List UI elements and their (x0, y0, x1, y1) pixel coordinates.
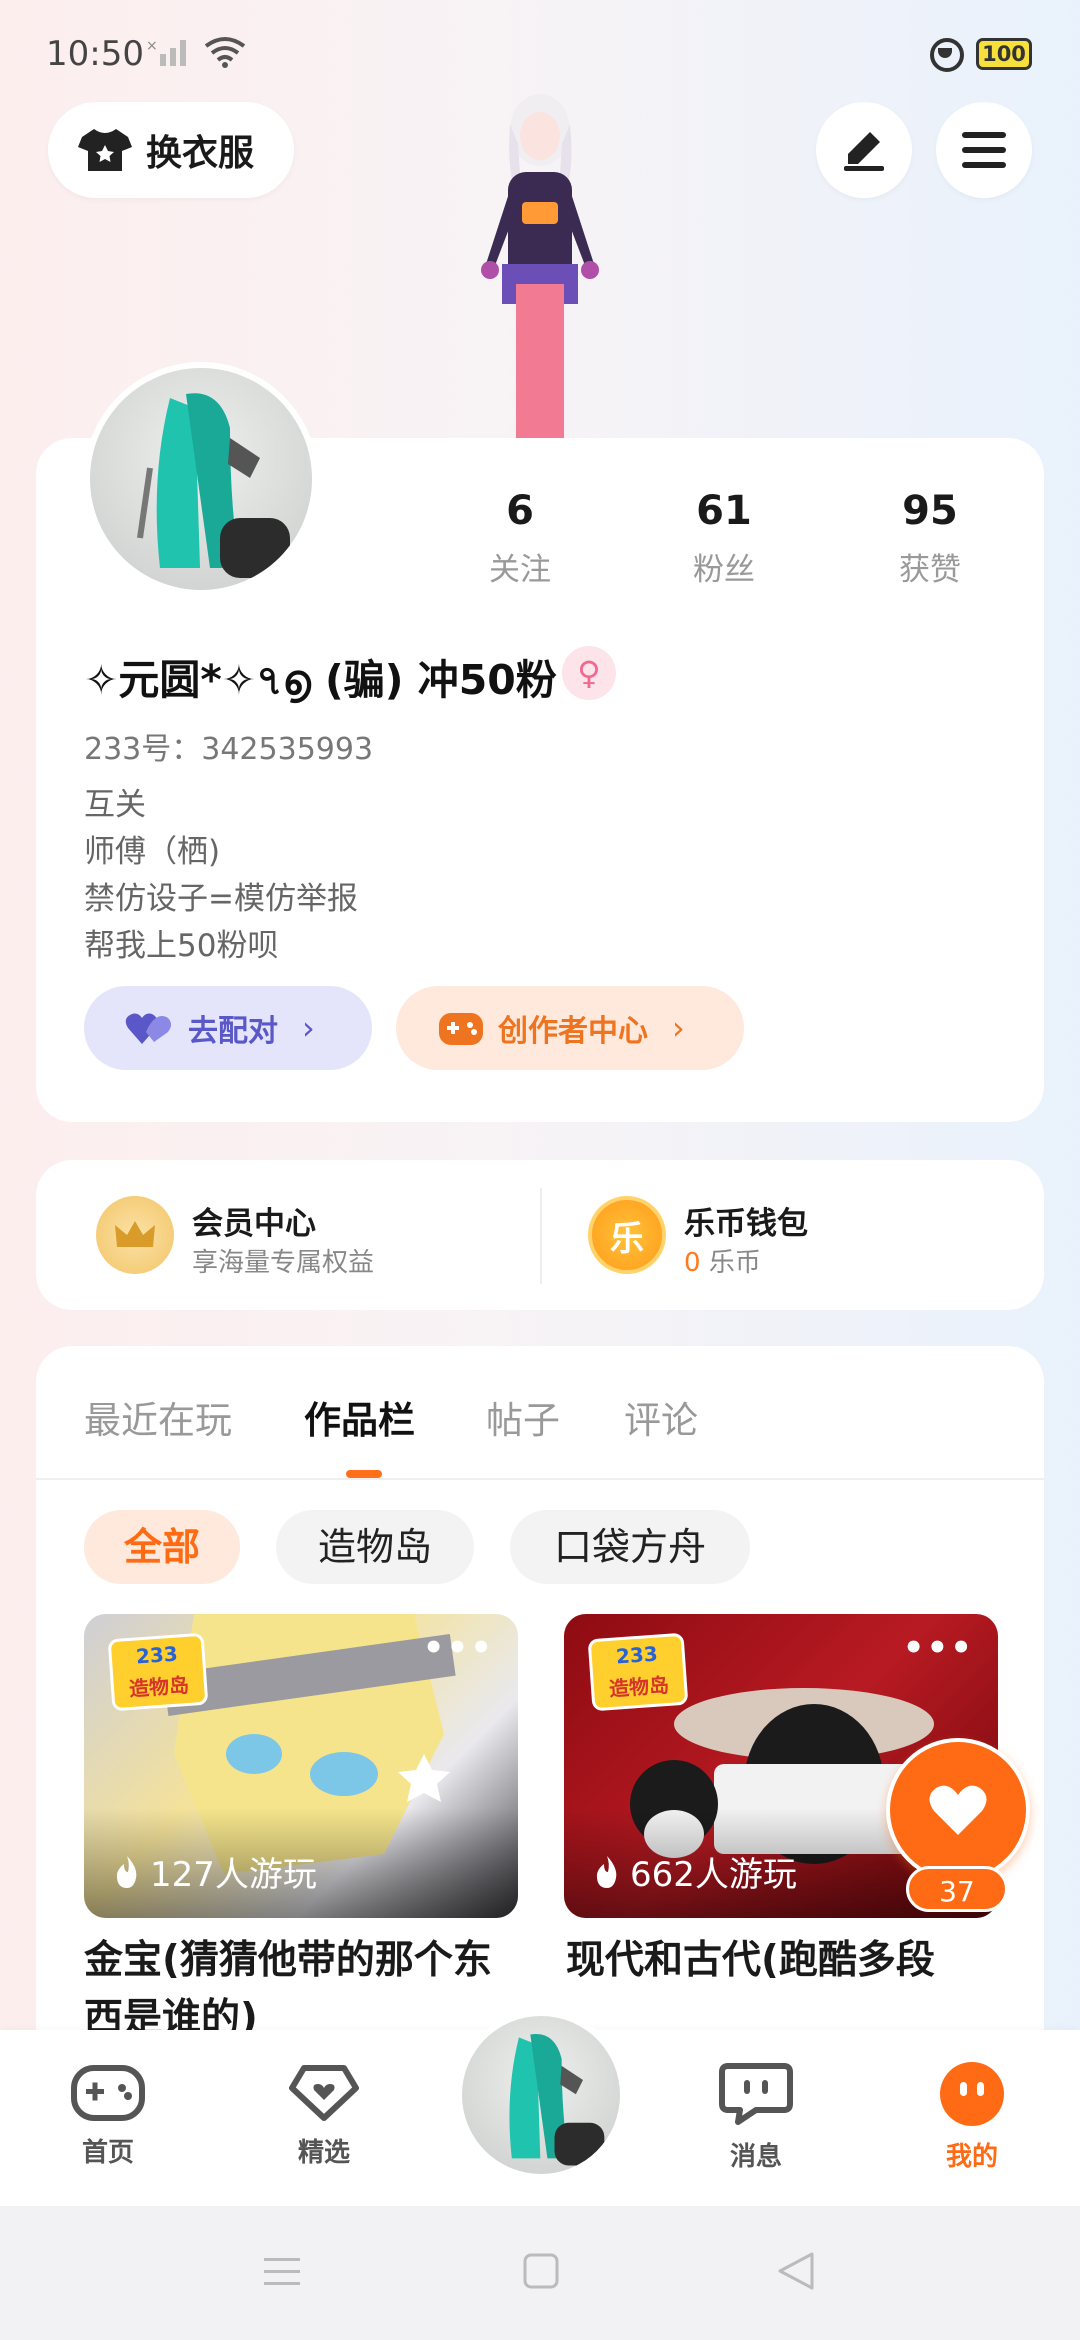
chevron-right-icon: › (672, 1009, 685, 1047)
bio-line: 互关 (84, 787, 146, 823)
filter-chip-pocket-ark[interactable]: 口袋方舟 (510, 1510, 750, 1584)
nav-featured[interactable]: 精选 (264, 2062, 384, 2169)
flame-icon (116, 1855, 137, 1888)
nav-label: 我的 (945, 2142, 998, 2172)
wallet-balance: 0 乐币 (684, 1242, 761, 1279)
platform-badge: 233 造物岛 (107, 1632, 209, 1712)
filter-chip-all[interactable]: 全部 (84, 1510, 240, 1584)
wifi-icon (204, 37, 246, 68)
like-count: 37 (906, 1866, 1008, 1912)
tab-posts[interactable]: 帖子 (486, 1390, 560, 1444)
face-icon (940, 2062, 1004, 2126)
change-outfit-button[interactable]: 换衣服 (48, 102, 294, 198)
stat-label: 获赞 (899, 552, 961, 588)
back-system-icon[interactable] (776, 2250, 816, 2292)
creator-center-button[interactable]: 创作者中心 › (396, 986, 744, 1070)
active-tab-indicator (346, 1470, 382, 1478)
nav-avatar-center[interactable] (456, 2010, 626, 2180)
like-button[interactable] (886, 1738, 1030, 1882)
heart-gem-icon (289, 2065, 359, 2121)
creator-label: 创作者中心 (498, 1014, 648, 1049)
avatar[interactable] (84, 362, 318, 596)
member-center-title[interactable]: 会员中心 (192, 1198, 316, 1243)
divider (540, 1188, 542, 1284)
game-title[interactable]: 现代和古代(跑酷多段 (566, 1932, 1006, 1990)
wallet-amount: 0 (684, 1248, 701, 1278)
chevron-right-icon: › (302, 1009, 315, 1047)
coin-icon[interactable]: 乐 (588, 1196, 666, 1274)
system-navigation-bar (0, 2206, 1080, 2340)
home-system-icon[interactable] (522, 2252, 560, 2290)
recent-apps-icon[interactable] (262, 2254, 302, 2290)
gamepad-icon (439, 1013, 483, 1045)
game-card[interactable]: 233 造物岛 ••• 127人游玩 (84, 1614, 518, 1918)
stat-label: 粉丝 (693, 552, 755, 588)
flame-icon (596, 1855, 617, 1888)
nav-me[interactable]: 我的 (912, 2062, 1032, 2173)
stat-label: 关注 (489, 552, 551, 588)
avatar-character-image (137, 393, 290, 578)
nav-label: 精选 (297, 2138, 350, 2168)
nickname: ✧元圆*✧৭൭ (骗) 冲50粉 (84, 656, 557, 704)
bio-line: 禁仿设子=模仿举报 (84, 881, 358, 917)
tab-works[interactable]: 作品栏 (304, 1390, 415, 1444)
female-icon: ♀ (562, 646, 616, 700)
bio-line: 师傅（栖) (84, 834, 221, 870)
avatar-character-image[interactable] (430, 84, 650, 440)
nav-home[interactable]: 首页 (48, 2062, 168, 2169)
more-options-icon[interactable]: ••• (423, 1628, 494, 1668)
pen-icon (844, 132, 884, 171)
hamburger-icon (962, 132, 1006, 168)
status-time: 10:50 (46, 34, 144, 74)
crown-icon[interactable] (96, 1196, 174, 1274)
gamepad-icon (71, 2065, 145, 2121)
tshirt-icon (78, 129, 132, 171)
more-options-icon[interactable]: ••• (903, 1628, 974, 1668)
stat-followers[interactable]: 61 粉丝 (644, 488, 804, 589)
wallet-title[interactable]: 乐币钱包 (684, 1198, 808, 1243)
bio-line: 帮我上50粉呗 (84, 928, 279, 964)
nav-label: 消息 (729, 2142, 782, 2172)
member-center-subtitle: 享海量专属权益 (192, 1248, 375, 1278)
play-count: 127人游玩 (112, 1847, 317, 1896)
signal-icon: × (146, 38, 186, 66)
filter-chip-creation-island[interactable]: 造物岛 (276, 1510, 474, 1584)
tab-recently-played[interactable]: 最近在玩 (84, 1390, 232, 1444)
change-outfit-label: 换衣服 (146, 133, 255, 174)
divider (36, 1478, 1044, 1480)
bio: 互关 师傅（栖) 禁仿设子=模仿举报 帮我上50粉呗 (84, 782, 358, 970)
data-saver-icon (930, 38, 964, 72)
svg-text:×: × (146, 38, 158, 54)
stat-value: 6 (506, 488, 534, 534)
nav-label: 首页 (81, 2138, 134, 2168)
chat-bubble-icon (719, 2063, 793, 2125)
stat-following[interactable]: 6 关注 (440, 488, 600, 589)
avatar-character-image (509, 2033, 605, 2166)
wallet-unit: 乐币 (708, 1248, 761, 1278)
stat-value: 95 (902, 488, 958, 534)
heart-icon (929, 1785, 987, 1835)
menu-button[interactable] (936, 102, 1032, 198)
stat-likes[interactable]: 95 获赞 (850, 488, 1010, 589)
match-label: 去配对 (188, 1014, 278, 1049)
battery-indicator: 100 (976, 38, 1032, 70)
user-id[interactable]: 233号：342535993 (84, 724, 373, 768)
edit-profile-button[interactable] (816, 102, 912, 198)
play-count: 662人游玩 (592, 1847, 797, 1896)
stat-value: 61 (696, 488, 752, 534)
tab-comments[interactable]: 评论 (624, 1390, 698, 1444)
nav-messages[interactable]: 消息 (696, 2062, 816, 2173)
platform-badge: 233 造物岛 (587, 1632, 689, 1712)
hearts-icon (125, 1013, 171, 1044)
match-button[interactable]: 去配对 › (84, 986, 372, 1070)
